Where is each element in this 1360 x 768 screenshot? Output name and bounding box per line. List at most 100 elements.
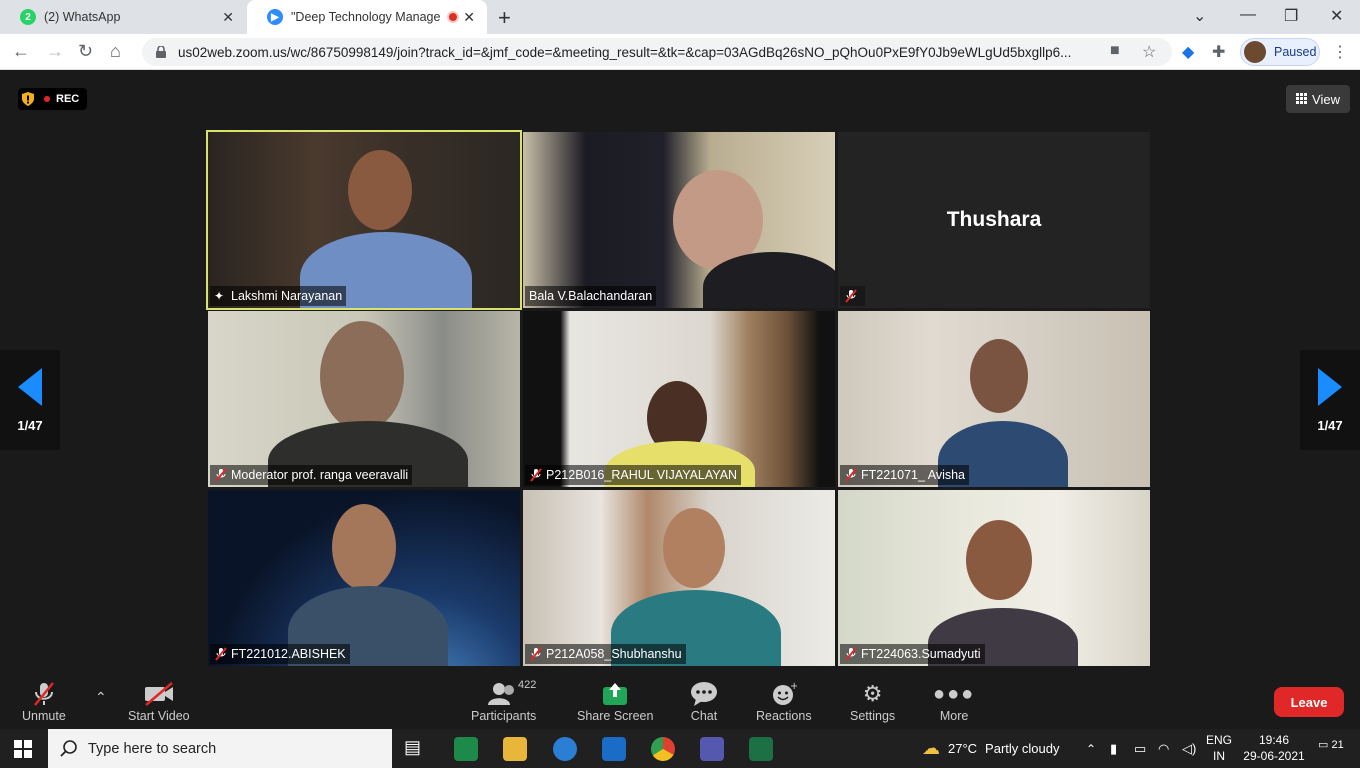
video-tile[interactable]: FT221071_ Avisha [838, 311, 1150, 487]
participant-name: Moderator prof. ranga veeravalli [231, 468, 409, 482]
taskbar-search-input[interactable]: Type here to search [48, 729, 392, 768]
gear-icon: ⚙ [862, 681, 883, 706]
menu-kebab-icon[interactable]: ⋮ [1332, 42, 1348, 62]
battery-icon[interactable]: ▭ [1134, 729, 1146, 768]
recording-indicator-icon [447, 11, 459, 23]
file-explorer-icon[interactable] [503, 737, 527, 761]
new-tab-button[interactable]: + [498, 5, 511, 31]
volume-icon[interactable]: ◁) [1182, 729, 1196, 768]
reactions-label: Reactions [756, 709, 812, 723]
tab-whatsapp[interactable]: 2 (2) WhatsApp ✕ [0, 0, 246, 34]
participant-name-tag: P212A058_Shubhanshu [525, 644, 686, 664]
video-tile[interactable]: ✦ Lakshmi Narayanan [206, 130, 522, 310]
audio-options-chevron-icon[interactable]: ⌃ [95, 689, 107, 706]
video-tile[interactable]: Bala V.Balachandaran [523, 132, 835, 308]
leave-button[interactable]: Leave [1274, 687, 1344, 717]
pin-icon: ✦ [214, 289, 225, 303]
settings-button[interactable]: ⚙ Settings [850, 681, 895, 723]
extensions-puzzle-icon[interactable]: ✚ [1212, 42, 1225, 62]
bookmark-star-icon[interactable]: ☆ [1142, 42, 1156, 62]
wifi-icon[interactable]: ◠ [1158, 729, 1169, 768]
address-bar[interactable]: us02web.zoom.us/wc/86750998149/join?trac… [142, 38, 1172, 66]
video-tile[interactable]: FT224063.Sumadyuti [838, 490, 1150, 666]
close-window-button[interactable]: ✕ [1330, 6, 1343, 26]
mic-tray-icon[interactable]: ▮ [1110, 729, 1117, 768]
participant-name-tag: ✦ Lakshmi Narayanan [210, 286, 347, 306]
rec-label: REC [56, 93, 80, 105]
participant-video [320, 321, 404, 431]
close-tab-icon[interactable]: ✕ [463, 9, 475, 26]
participant-name-large: Thushara [946, 208, 1042, 231]
mic-muted-icon [530, 647, 542, 661]
video-tile[interactable]: P212B016_RAHUL VIJAYALAYAN [523, 311, 835, 487]
participant-name-tag: FT221012.ABISHEK [210, 644, 350, 664]
home-icon[interactable]: ⌂ [110, 41, 121, 62]
tray-chevron-icon[interactable]: ⌃ [1086, 729, 1096, 768]
rec-dot-icon [44, 96, 50, 102]
excel-icon[interactable] [749, 737, 773, 761]
close-tab-icon[interactable]: ✕ [222, 9, 234, 26]
language-top: ENG [1206, 733, 1233, 747]
share-screen-button[interactable]: Share Screen [577, 681, 653, 723]
search-icon [60, 740, 77, 757]
reload-icon[interactable]: ↻ [78, 41, 93, 62]
mic-muted-icon [845, 468, 857, 482]
app-icon[interactable] [454, 737, 478, 761]
view-button[interactable]: View [1286, 85, 1350, 113]
unmute-button[interactable]: Unmute [22, 681, 66, 723]
participant-name-tag: FT221071_ Avisha [840, 465, 970, 485]
maximize-button[interactable]: ❐ [1284, 6, 1298, 26]
more-button[interactable]: ●●● More [933, 681, 976, 724]
video-tile[interactable]: P212A058_Shubhanshu [523, 490, 835, 666]
task-view-icon[interactable]: ▤ [404, 737, 428, 761]
extension-icon[interactable]: ◆ [1182, 42, 1194, 62]
view-label: View [1312, 91, 1340, 107]
zoom-icon: ▶ [267, 9, 283, 25]
participants-icon [487, 681, 521, 707]
camera-blocked-icon[interactable]: ■ [1110, 42, 1120, 60]
participant-video [332, 504, 396, 590]
clock-time: 19:46 [1258, 733, 1290, 747]
participant-video [966, 520, 1032, 600]
profile-button[interactable]: Paused [1240, 38, 1320, 66]
notification-center-button[interactable]: ▭ 21 [1318, 738, 1344, 751]
participant-name: FT221012.ABISHEK [231, 647, 346, 661]
language-indicator[interactable]: ENG IN [1206, 732, 1232, 764]
chrome-icon[interactable] [651, 737, 675, 761]
prev-page-button[interactable]: 1/47 [0, 350, 60, 450]
chat-button[interactable]: Chat [690, 681, 718, 723]
participant-video [348, 150, 412, 230]
reactions-button[interactable]: + Reactions [756, 681, 812, 723]
shield-icon [22, 92, 34, 106]
back-icon[interactable]: ← [12, 41, 30, 62]
tab-search-icon[interactable]: ⌄ [1193, 6, 1206, 26]
video-tile[interactable]: FT221012.ABISHEK [208, 490, 520, 666]
minimize-button[interactable]: — [1240, 6, 1256, 24]
participant-name: FT224063.Sumadyuti [861, 647, 981, 661]
weather-widget[interactable]: ☁ 27°C Partly cloudy [922, 729, 1059, 768]
participants-count: 422 [518, 679, 537, 691]
weather-desc: Partly cloudy [985, 741, 1060, 756]
participant-name: Bala V.Balachandaran [529, 289, 653, 303]
whatsapp-icon: 2 [20, 9, 36, 25]
app: 2 (2) WhatsApp ✕ ▶ "Deep Technology Mana… [0, 0, 1360, 768]
windows-start-icon[interactable] [14, 740, 32, 758]
forward-icon[interactable]: → [46, 41, 64, 62]
browser-toolbar: ← → ↻ ⌂ us02web.zoom.us/wc/86750998149/j… [0, 34, 1360, 70]
clock[interactable]: 19:46 29-06-2021 [1243, 732, 1305, 764]
share-screen-icon [602, 681, 628, 707]
video-tile[interactable]: Moderator prof. ranga veeravalli [208, 311, 520, 487]
mic-muted-icon [215, 468, 227, 482]
teams-icon[interactable] [700, 737, 724, 761]
more-dots-icon: ●●● [933, 682, 976, 705]
video-off-icon [143, 681, 175, 707]
next-page-button[interactable]: 1/47 [1300, 350, 1360, 450]
outlook-icon[interactable] [602, 737, 626, 761]
tab-zoom-meeting[interactable]: ▶ "Deep Technology Managem ✕ [247, 0, 487, 34]
edge-icon[interactable] [553, 737, 577, 761]
page-indicator: 1/47 [17, 417, 43, 433]
start-video-button[interactable]: Start Video [128, 681, 190, 723]
video-tile[interactable]: Thushara [838, 132, 1150, 308]
recording-badge[interactable]: REC [18, 88, 88, 110]
start-video-label: Start Video [128, 709, 190, 723]
